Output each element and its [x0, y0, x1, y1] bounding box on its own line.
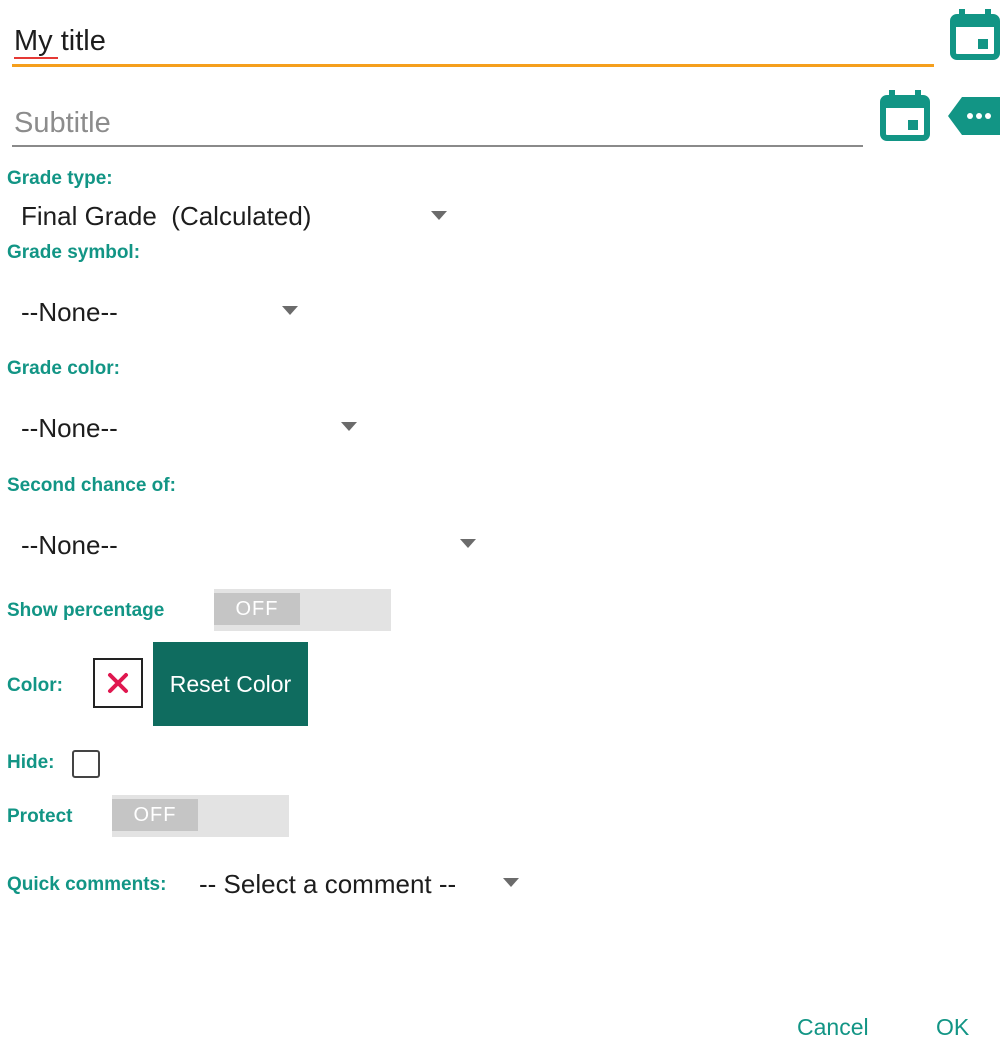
grade-symbol-label: Grade symbol:: [7, 242, 141, 263]
remove-color-icon: [108, 673, 128, 693]
hide-label: Hide:: [7, 752, 55, 773]
cancel-button[interactable]: Cancel: [797, 1014, 869, 1041]
tag-more-icon[interactable]: [948, 97, 1000, 135]
clipped-field-hint: [0, 940, 1000, 962]
show-percentage-switch[interactable]: OFF: [214, 589, 391, 631]
hide-checkbox[interactable]: [72, 750, 100, 778]
switch-knob: OFF: [214, 593, 300, 625]
title-input[interactable]: [14, 22, 914, 60]
dropdown-arrow-icon: [503, 878, 519, 887]
ok-button[interactable]: OK: [936, 1014, 969, 1041]
subtitle-input[interactable]: [14, 104, 854, 142]
grade-color-value: --None--: [21, 412, 118, 443]
reset-color-button[interactable]: Reset Color: [153, 642, 308, 726]
show-percentage-label: Show percentage: [7, 600, 165, 621]
grade-symbol-value: --None--: [21, 296, 118, 327]
grade-type-value: Final Grade (Calculated): [21, 200, 312, 231]
color-swatch[interactable]: [93, 658, 143, 708]
quick-comments-label: Quick comments:: [7, 874, 167, 895]
second-chance-label: Second chance of:: [7, 475, 176, 496]
color-label: Color:: [7, 675, 63, 696]
protect-label: Protect: [7, 806, 73, 827]
second-chance-value: --None--: [21, 529, 118, 560]
second-chance-select[interactable]: --None--: [21, 528, 481, 562]
grade-color-select[interactable]: --None--: [21, 411, 361, 445]
grade-type-label: Grade type:: [7, 168, 113, 189]
dropdown-arrow-icon: [282, 306, 298, 315]
quick-comments-value: -- Select a comment --: [199, 868, 457, 899]
quick-comments-select[interactable]: -- Select a comment --: [199, 867, 529, 901]
spellcheck-underline: [14, 57, 58, 59]
title-focus-underline: [12, 64, 934, 67]
switch-knob: OFF: [112, 799, 198, 831]
dropdown-arrow-icon: [460, 539, 476, 548]
grade-color-label: Grade color:: [7, 358, 120, 379]
grade-type-select[interactable]: Final Grade (Calculated): [21, 199, 449, 233]
calendar-icon[interactable]: [880, 90, 930, 142]
dropdown-arrow-icon: [431, 211, 447, 220]
dropdown-arrow-icon: [341, 422, 357, 431]
calendar-icon[interactable]: [950, 9, 1000, 61]
grade-symbol-select[interactable]: --None--: [21, 295, 301, 329]
protect-switch[interactable]: OFF: [112, 795, 289, 837]
subtitle-underline: [12, 145, 863, 147]
